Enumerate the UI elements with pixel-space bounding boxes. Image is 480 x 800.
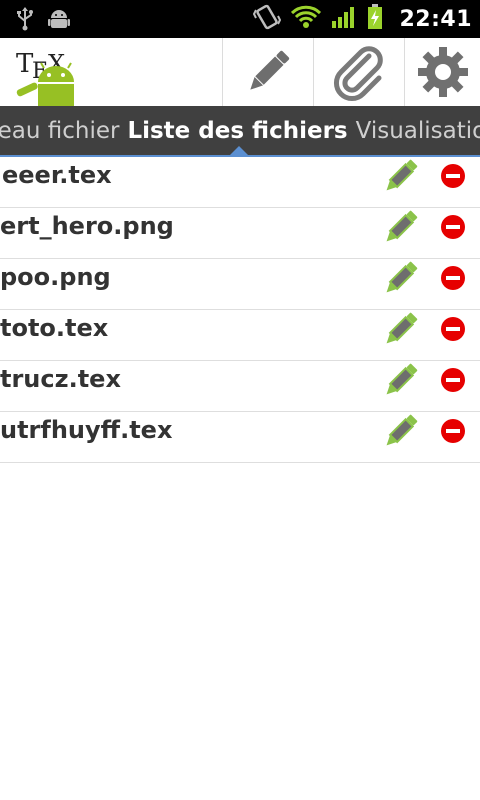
delete-icon xyxy=(441,317,465,341)
file-list: eeer.tex ert_hero.png poo.png toto.tex t… xyxy=(0,157,480,463)
attach-button[interactable] xyxy=(313,38,403,106)
delete-icon xyxy=(441,215,465,239)
edit-file-button[interactable] xyxy=(380,414,420,450)
new-file-button[interactable] xyxy=(222,38,312,106)
list-item[interactable]: utrfhuyff.tex xyxy=(0,412,480,463)
file-name[interactable]: utrfhuyff.tex xyxy=(0,412,172,462)
edit-file-button[interactable] xyxy=(380,159,420,195)
vibrate-icon xyxy=(253,4,282,34)
wifi-icon xyxy=(291,5,322,33)
pencil-icon xyxy=(386,159,418,191)
tab-new-file[interactable]: veau fichier xyxy=(0,118,119,144)
list-item[interactable]: poo.png xyxy=(0,259,480,310)
edit-file-button[interactable] xyxy=(380,312,420,348)
delete-file-button[interactable] xyxy=(440,163,466,189)
pencil-icon xyxy=(386,414,418,446)
edit-file-button[interactable] xyxy=(380,210,420,246)
pencil-icon xyxy=(386,210,418,242)
file-name[interactable]: ert_hero.png xyxy=(0,208,174,258)
battery-charging-icon xyxy=(367,4,383,34)
action-bar: T E X xyxy=(0,38,480,106)
tab-file-list[interactable]: Liste des fichiers xyxy=(127,118,347,144)
status-bar: 22:41 xyxy=(0,0,480,38)
tab-preview[interactable]: Visualisation xyxy=(356,118,480,144)
edit-file-button[interactable] xyxy=(380,261,420,297)
status-clock: 22:41 xyxy=(399,6,472,32)
pencil-icon xyxy=(386,312,418,344)
file-name[interactable]: poo.png xyxy=(0,259,111,309)
app-logo: T E X xyxy=(14,46,86,106)
android-debug-icon xyxy=(48,8,70,34)
delete-icon xyxy=(441,368,465,392)
paperclip-icon xyxy=(333,46,383,102)
list-item[interactable]: ert_hero.png xyxy=(0,208,480,259)
list-item[interactable]: trucz.tex xyxy=(0,361,480,412)
pencil-icon xyxy=(249,50,289,90)
file-name[interactable]: trucz.tex xyxy=(0,361,121,411)
edit-file-button[interactable] xyxy=(380,363,420,399)
list-item[interactable]: eeer.tex xyxy=(0,157,480,208)
pencil-icon xyxy=(386,261,418,293)
delete-file-button[interactable] xyxy=(440,265,466,291)
delete-file-button[interactable] xyxy=(440,316,466,342)
pencil-icon xyxy=(386,363,418,395)
delete-file-button[interactable] xyxy=(440,214,466,240)
delete-icon xyxy=(441,419,465,443)
delete-file-button[interactable] xyxy=(440,418,466,444)
signal-icon xyxy=(331,5,357,33)
delete-file-button[interactable] xyxy=(440,367,466,393)
delete-icon xyxy=(441,164,465,188)
gear-icon xyxy=(417,47,468,97)
file-name[interactable]: toto.tex xyxy=(0,310,108,360)
list-item[interactable]: toto.tex xyxy=(0,310,480,361)
settings-button[interactable] xyxy=(404,38,480,106)
tab-active-indicator xyxy=(229,146,249,156)
delete-icon xyxy=(441,266,465,290)
file-name[interactable]: eeer.tex xyxy=(2,157,112,207)
usb-icon xyxy=(16,7,34,35)
